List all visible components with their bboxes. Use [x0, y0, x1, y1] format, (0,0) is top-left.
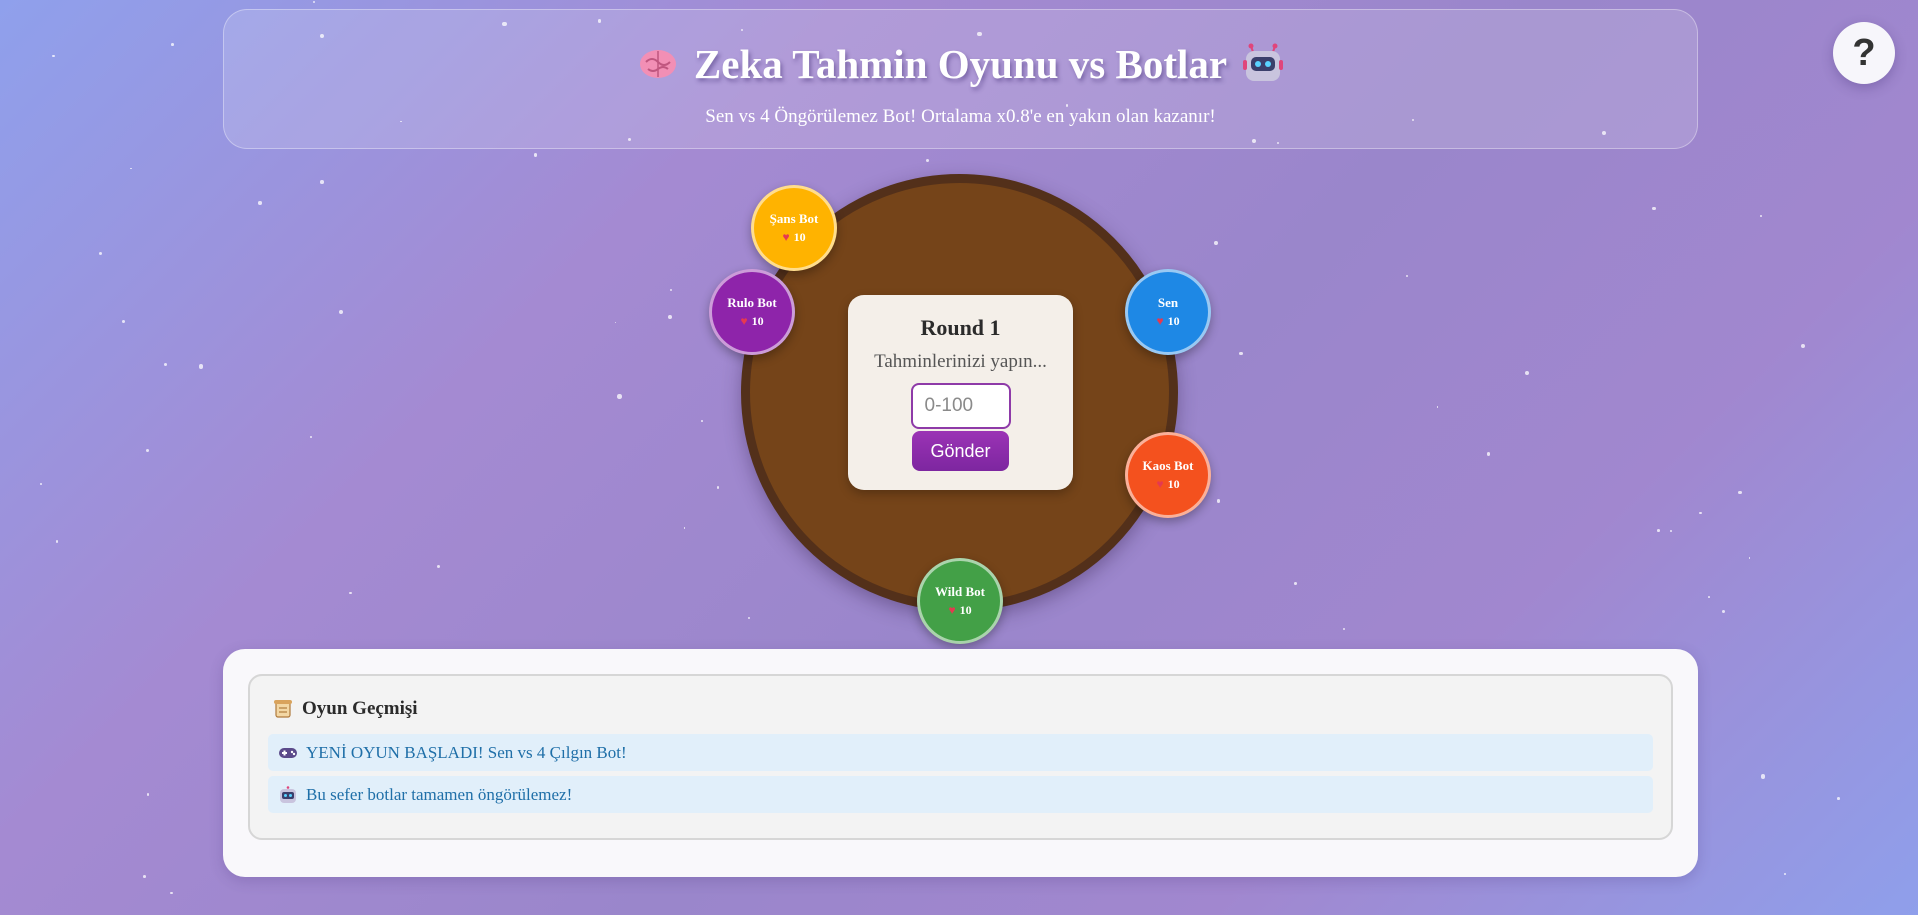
star [1761, 774, 1766, 779]
star [716, 485, 720, 489]
star [670, 288, 673, 292]
star [668, 315, 673, 319]
star [925, 158, 929, 162]
lives-count: 10 [1167, 314, 1180, 328]
star [1738, 490, 1742, 495]
player-lives: ♥ 10 [1156, 314, 1179, 329]
page-title: Zeka Tahmin Oyunu vs Botlar [693, 41, 1228, 87]
player-rulo-bot[interactable]: Rulo Bot ♥ 10 [709, 269, 795, 355]
star [146, 792, 150, 796]
star [1748, 557, 1751, 560]
star [56, 540, 59, 543]
player-lives: ♥ 10 [740, 314, 763, 329]
star [683, 527, 686, 529]
star [617, 394, 622, 399]
history-card: Oyun Geçmişi YENİ OYUN BAŞLADI! Sen vs 4… [223, 649, 1698, 877]
player-sen[interactable]: Sen ♥ 10 [1125, 269, 1211, 355]
star [1405, 274, 1409, 278]
star [436, 565, 440, 569]
gamepad-icon [279, 747, 297, 758]
player-kaos-bot[interactable]: Kaos Bot ♥ 10 [1125, 432, 1211, 518]
log-text: YENİ OYUN BAŞLADI! Sen vs 4 Çılgın Bot! [306, 742, 627, 762]
player-lives: ♥ 10 [1156, 477, 1179, 492]
star [143, 875, 147, 879]
star [145, 448, 149, 453]
heart-icon: ♥ [1156, 477, 1164, 491]
help-button[interactable]: ? [1833, 22, 1895, 84]
heart-icon: ♥ [948, 603, 956, 617]
star [1722, 610, 1726, 614]
star [52, 54, 55, 57]
star [309, 436, 312, 439]
log-text: Bu sefer botlar tamamen öngörülemez! [306, 784, 573, 804]
star [533, 153, 538, 157]
heart-icon: ♥ [782, 230, 790, 244]
round-status: Tahminlerinizi yapın... [874, 351, 1047, 372]
star [1486, 452, 1491, 456]
history-header: Oyun Geçmişi [272, 698, 418, 720]
round-panel: Round 1 Tahminlerinizi yapın... Gönder [848, 295, 1073, 490]
player-name: Sen [1157, 295, 1179, 310]
heart-icon: ♥ [1156, 314, 1164, 328]
star [312, 0, 315, 3]
player-lives: ♥ 10 [782, 230, 805, 245]
star [747, 617, 750, 620]
heart-icon: ♥ [740, 314, 748, 328]
star [1216, 499, 1221, 503]
history-title: Oyun Geçmişi [302, 698, 418, 719]
header-panel: Zeka Tahmin Oyunu vs Botlar Sen vs 4 Öng… [223, 9, 1698, 149]
star [169, 891, 173, 895]
star [121, 320, 125, 324]
star [258, 201, 262, 205]
star [98, 251, 102, 255]
star [349, 591, 353, 595]
star [1214, 241, 1219, 245]
player-name: Rulo Bot [727, 295, 777, 310]
submit-button[interactable]: Gönder [912, 431, 1009, 471]
star [1708, 595, 1710, 598]
player-name: Kaos Bot [1142, 458, 1194, 473]
star [1524, 370, 1530, 376]
star [1436, 406, 1439, 408]
star [129, 167, 132, 170]
star [1698, 511, 1702, 515]
history-panel: Oyun Geçmişi YENİ OYUN BAŞLADI! Sen vs 4… [248, 674, 1673, 840]
star [320, 180, 324, 184]
star [1239, 352, 1243, 356]
star [338, 309, 343, 314]
star [199, 364, 204, 369]
round-title: Round 1 [920, 315, 1001, 340]
player-wild-bot[interactable]: Wild Bot ♥ 10 [917, 558, 1003, 644]
star [614, 321, 617, 324]
star [1652, 206, 1656, 211]
lives-count: 10 [793, 230, 806, 244]
lives-count: 10 [959, 603, 972, 617]
player-lives: ♥ 10 [948, 603, 971, 618]
log-item: Bu sefer botlar tamamen öngörülemez! [268, 776, 1653, 813]
star [1784, 872, 1786, 875]
player-sans-bot[interactable]: Şans Bot ♥ 10 [751, 185, 837, 271]
star [1343, 627, 1346, 630]
player-name: Wild Bot [935, 584, 985, 599]
star [1801, 344, 1806, 349]
star [1669, 530, 1672, 533]
scroll-icon [274, 700, 292, 718]
lives-count: 10 [1167, 477, 1180, 491]
star [164, 363, 168, 367]
star [1293, 582, 1297, 585]
star [1837, 797, 1841, 801]
star [701, 420, 703, 422]
star [171, 42, 175, 46]
robot-icon [1243, 43, 1284, 81]
subtitle: Sen vs 4 Öngörülemez Bot! Ortalama x0.8'… [705, 106, 1216, 127]
guess-input[interactable] [910, 383, 1011, 429]
player-name: Şans Bot [769, 211, 819, 226]
lives-count: 10 [751, 314, 764, 328]
brain-icon [639, 50, 676, 78]
star [1759, 214, 1762, 217]
star [1657, 528, 1661, 532]
star [39, 483, 42, 486]
robot-icon [280, 785, 296, 803]
log-item: YENİ OYUN BAŞLADI! Sen vs 4 Çılgın Bot! [268, 734, 1653, 771]
